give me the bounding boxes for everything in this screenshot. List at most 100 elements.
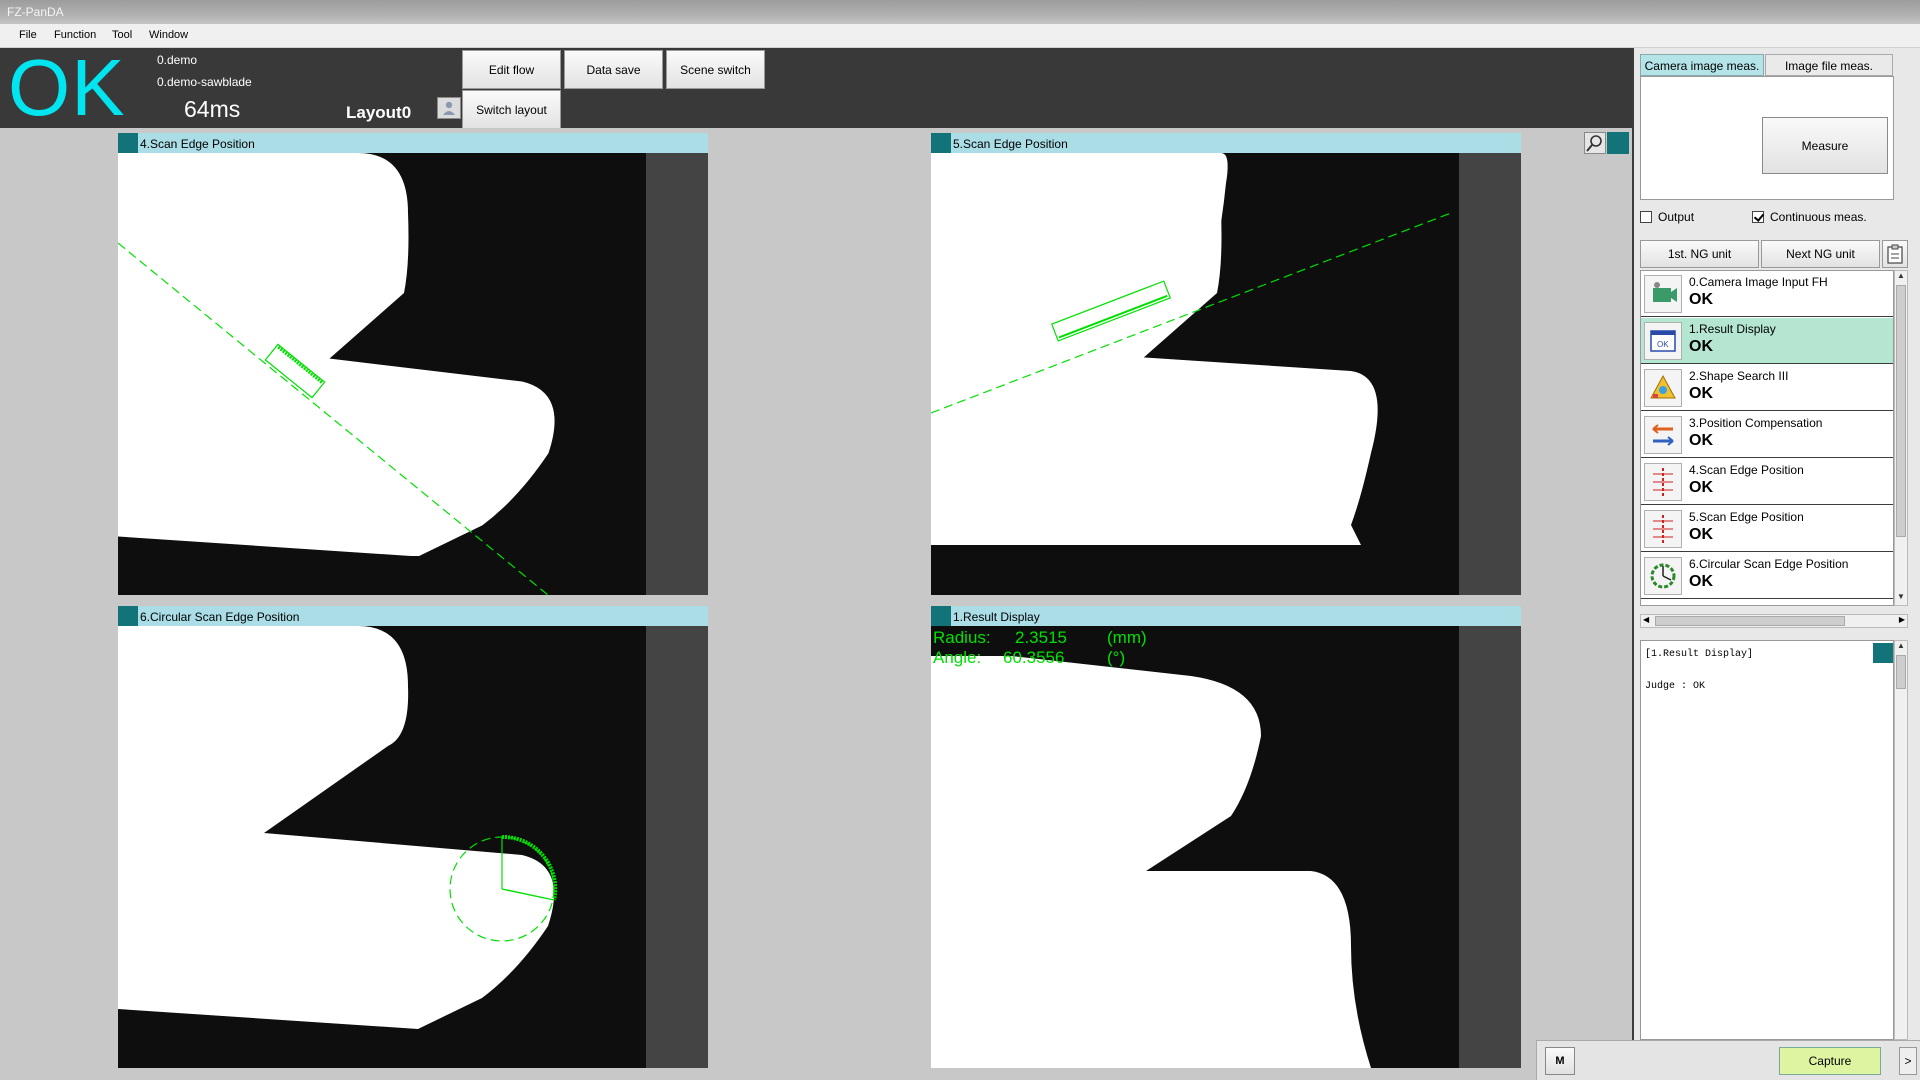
image-panel-scan-edge-4[interactable]: 4.Scan Edge Position — [118, 133, 708, 605]
flow-item-name: 3.Position Compensation — [1689, 416, 1823, 430]
image-panel-circular-scan-6[interactable]: 6.Circular Scan Edge Position — [118, 606, 708, 1078]
clipboard-icon — [1887, 244, 1903, 264]
position-compensation-icon — [1644, 416, 1682, 454]
window-title: FZ-PanDA — [7, 5, 64, 19]
output-label: Output — [1658, 210, 1695, 224]
measure-button[interactable]: Measure — [1762, 117, 1888, 174]
detail-result-box: [1.Result Display] Judge : OK — [1640, 640, 1894, 1040]
camera-image — [931, 153, 1521, 595]
flow-item-status: OK — [1689, 385, 1713, 402]
zoom-marker — [1607, 132, 1629, 154]
flow-horizontal-scrollbar[interactable]: ◀ ▶ — [1640, 614, 1908, 628]
overall-judge: OK — [8, 43, 126, 132]
panel-header: 4.Scan Edge Position — [118, 133, 708, 153]
flow-scrollbar[interactable]: ▲ ▼ — [1894, 270, 1908, 606]
zoom-button[interactable] — [1584, 132, 1606, 154]
scene-name: 0.demo-sawblade — [157, 75, 252, 89]
scroll-down-icon[interactable]: ▼ — [1895, 592, 1907, 605]
flow-item-4[interactable]: 4.Scan Edge Position OK — [1641, 459, 1893, 505]
angle-unit: (°) — [1107, 648, 1126, 667]
tab-camera-image-meas[interactable]: Camera image meas. — [1640, 54, 1764, 76]
scroll-up-icon[interactable]: ▲ — [1895, 641, 1907, 654]
result-display-icon: OK — [1644, 322, 1682, 360]
panel-title: 1.Result Display — [953, 610, 1040, 624]
panel-marker — [931, 606, 951, 626]
user-button[interactable] — [437, 97, 461, 119]
switch-layout-button[interactable]: Switch layout — [462, 90, 561, 129]
data-save-button[interactable]: Data save — [564, 50, 663, 89]
detail-judge: Judge : OK — [1645, 681, 1706, 692]
flow-item-5[interactable]: 5.Scan Edge Position OK — [1641, 506, 1893, 552]
panel-header: 1.Result Display — [931, 606, 1521, 626]
scroll-thumb[interactable] — [1655, 616, 1845, 626]
flow-item-name: 4.Scan Edge Position — [1689, 463, 1804, 477]
flow-item-6[interactable]: 6.Circular Scan Edge Position OK — [1641, 553, 1893, 599]
menu-function[interactable]: Function — [54, 29, 96, 41]
panel-title: 6.Circular Scan Edge Position — [140, 610, 300, 624]
scroll-left-icon[interactable]: ◀ — [1643, 615, 1649, 624]
angle-label: Angle: — [933, 648, 982, 667]
next-arrow-button[interactable]: > — [1899, 1047, 1917, 1075]
capture-button[interactable]: Capture — [1779, 1047, 1881, 1075]
scroll-up-icon[interactable]: ▲ — [1895, 271, 1907, 284]
continuous-checkbox[interactable] — [1752, 211, 1764, 223]
edit-flow-button[interactable]: Edit flow — [462, 50, 561, 89]
continuous-checkbox-row[interactable]: Continuous meas. — [1752, 210, 1867, 224]
flow-item-name: 1.Result Display — [1689, 322, 1776, 336]
next-ng-unit-button[interactable]: Next NG unit — [1761, 240, 1880, 268]
image-panel-result-display[interactable]: 1.Result Display Radius: 2.3515 (mm) Angle… — [931, 606, 1521, 1078]
processing-time: 64ms — [184, 96, 241, 122]
svg-text:OK: OK — [1657, 340, 1669, 349]
scroll-right-icon[interactable]: ▶ — [1899, 615, 1905, 624]
scroll-thumb[interactable] — [1896, 655, 1906, 689]
output-checkbox-row[interactable]: Output — [1640, 210, 1694, 224]
result-overlay: Radius: 2.3515 (mm) Angle: 60.3556 (°) — [933, 628, 1147, 668]
angle-value: 60.3556 — [1003, 648, 1065, 667]
image-panel-scan-edge-5[interactable]: 5.Scan Edge Position — [931, 133, 1521, 605]
shape-search-icon — [1644, 369, 1682, 407]
radius-value: 2.3515 — [1015, 628, 1067, 647]
camera-image — [118, 626, 708, 1068]
flow-list: 0.Camera Image Input FH OK OK 1.Result D… — [1640, 270, 1894, 606]
continuous-label: Continuous meas. — [1770, 210, 1867, 224]
menu-bar: File Function Tool Window — [0, 24, 1920, 48]
first-ng-unit-button[interactable]: 1st. NG unit — [1640, 240, 1759, 268]
flow-item-status: OK — [1689, 338, 1713, 355]
menu-tool[interactable]: Tool — [112, 29, 132, 41]
menu-file[interactable]: File — [19, 29, 37, 41]
window-titlebar: FZ-PanDA — [0, 0, 1920, 24]
flow-item-name: 0.Camera Image Input FH — [1689, 275, 1828, 289]
flow-item-1[interactable]: OK 1.Result Display OK — [1641, 318, 1893, 364]
camera-image — [118, 153, 708, 595]
control-panel: Camera image meas. Image file meas. Meas… — [1632, 48, 1920, 1080]
clipboard-button[interactable] — [1882, 240, 1908, 268]
panel-title: 5.Scan Edge Position — [953, 137, 1068, 151]
detail-marker — [1873, 643, 1893, 663]
panel-header: 5.Scan Edge Position — [931, 133, 1521, 153]
output-checkbox[interactable] — [1640, 211, 1652, 223]
flow-item-2[interactable]: 2.Shape Search III OK — [1641, 365, 1893, 411]
flow-item-0[interactable]: 0.Camera Image Input FH OK — [1641, 271, 1893, 317]
flow-item-name: 5.Scan Edge Position — [1689, 510, 1804, 524]
scene-group-name: 0.demo — [157, 53, 198, 67]
menu-window[interactable]: Window — [149, 29, 188, 41]
panel-header: 6.Circular Scan Edge Position — [118, 606, 708, 626]
radius-label: Radius: — [933, 628, 991, 647]
panel-marker — [118, 606, 138, 626]
status-toolbar: OK 0.demo 0.demo-sawblade 64ms Layout0 E… — [0, 43, 1632, 132]
user-icon — [443, 101, 455, 115]
scan-edge-icon — [1644, 463, 1682, 501]
circular-scan-icon — [1644, 557, 1682, 595]
magnifier-icon — [1586, 135, 1602, 152]
flow-item-status: OK — [1689, 479, 1713, 496]
scan-edge-icon — [1644, 510, 1682, 548]
tab-image-file-meas[interactable]: Image file meas. — [1765, 54, 1893, 76]
flow-item-name: 2.Shape Search III — [1689, 369, 1789, 383]
m-button[interactable]: M — [1545, 1047, 1575, 1075]
scroll-thumb[interactable] — [1896, 285, 1906, 537]
detail-scrollbar[interactable]: ▲ — [1894, 640, 1908, 1040]
flow-item-3[interactable]: 3.Position Compensation OK — [1641, 412, 1893, 458]
flow-item-status: OK — [1689, 526, 1713, 543]
flow-item-status: OK — [1689, 573, 1713, 590]
scene-switch-button[interactable]: Scene switch — [666, 50, 765, 89]
